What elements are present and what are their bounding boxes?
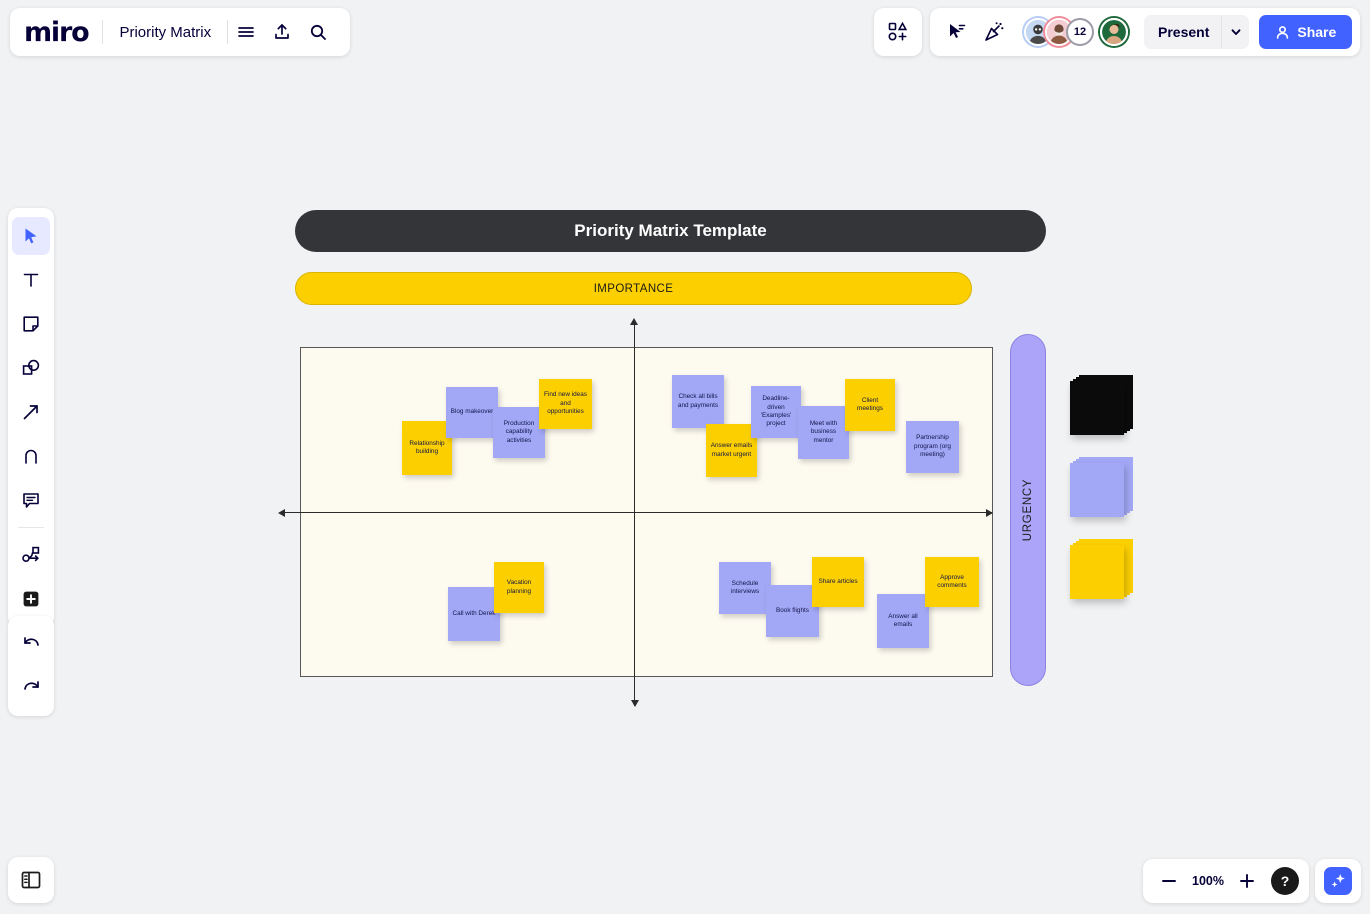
celebration-icon[interactable] xyxy=(976,14,1012,50)
stack-top-sheet[interactable] xyxy=(1070,381,1124,435)
stack-top-sheet[interactable] xyxy=(1070,545,1124,599)
ai-assistant-button[interactable] xyxy=(1315,859,1361,903)
sticky-note-partnership-program[interactable]: Partnership program (org meeting) xyxy=(906,421,959,473)
sticky-note-text: Blog makeover xyxy=(450,408,494,416)
help-button[interactable]: ? xyxy=(1271,867,1299,895)
vertical-axis xyxy=(634,320,635,706)
undo-redo-toolbar xyxy=(8,616,54,716)
sticky-note-call-with-derek[interactable]: Call with Derek xyxy=(448,587,500,641)
share-label: Share xyxy=(1297,24,1337,40)
sticky-note-meet-with-mentor[interactable]: Meet with business mentor xyxy=(798,406,849,459)
zoom-in-button[interactable] xyxy=(1231,865,1263,897)
sidebar-item-select-tool[interactable] xyxy=(12,217,50,255)
sticky-note-answer-emails-urgent[interactable]: Answer emails market urgent xyxy=(706,424,757,477)
sticky-note-blog-makeover[interactable]: Blog makeover xyxy=(446,387,498,438)
templates-button[interactable] xyxy=(874,8,922,56)
sticky-note-text: Deadline-driven 'Examples' project xyxy=(760,395,792,428)
panel-toggle-button[interactable] xyxy=(8,857,54,903)
axis-arrow-left-icon xyxy=(278,509,285,517)
horizontal-axis xyxy=(280,512,992,513)
sticky-note-answer-all-emails[interactable]: Answer all emails xyxy=(877,594,929,648)
zoom-toolbar: 100% ? xyxy=(1143,859,1309,903)
black-sticky-stack[interactable] xyxy=(1070,375,1134,445)
sticky-note-check-all-bills[interactable]: Check all bills and payments xyxy=(672,375,724,428)
sidebar-item-more-apps-tool[interactable] xyxy=(12,580,50,618)
miro-logo[interactable]: miro xyxy=(24,19,102,46)
axis-arrow-up-icon xyxy=(630,318,638,325)
sidebar-item-text-tool[interactable] xyxy=(12,261,50,299)
top-right-toolbar: 12 Present Share xyxy=(930,8,1361,56)
sidebar-panel-icon xyxy=(20,869,42,891)
divider xyxy=(18,527,44,528)
sidebar-item-shapes-tool[interactable] xyxy=(12,349,50,387)
present-button[interactable]: Present xyxy=(1144,15,1221,49)
sticky-note-vacation-planning[interactable]: Vacation planning xyxy=(494,562,544,613)
sidebar-item-sticky-note-tool[interactable] xyxy=(12,305,50,343)
top-left-toolbar: miro Priority Matrix xyxy=(10,8,351,56)
sidebar-item-comment-tool[interactable] xyxy=(12,481,50,519)
sticky-note-text: Call with Derek xyxy=(452,609,496,617)
sticky-note-text: Share articles xyxy=(818,577,858,585)
collaborator-avatars: 12 xyxy=(1024,18,1128,46)
miro-board-app: miro Priority Matrix 12 Present Share Pr… xyxy=(0,0,1370,914)
zoom-level-value[interactable]: 100% xyxy=(1189,874,1227,888)
shapes-templates-icon xyxy=(887,21,909,43)
hamburger-menu-icon[interactable] xyxy=(228,14,264,50)
sticky-note-text: Approve comments xyxy=(937,573,967,589)
sticky-note-relationship-building[interactable]: Relationship building xyxy=(402,421,452,475)
sticky-note-production-capability[interactable]: Production capability activities xyxy=(493,407,545,458)
urgency-axis-label[interactable]: URGENCY xyxy=(1010,334,1046,686)
sticky-note-approve-comments[interactable]: Approve comments xyxy=(925,557,979,607)
ai-sparkles-icon xyxy=(1324,867,1352,895)
sticky-note-text: Book flights xyxy=(775,606,810,614)
urgency-axis-text: URGENCY xyxy=(1022,478,1034,542)
sticky-note-text: Answer all emails xyxy=(888,612,918,628)
sticky-note-text: Partnership program (org meeting) xyxy=(914,434,951,459)
redo-button[interactable] xyxy=(12,669,50,707)
yellow-sticky-stack[interactable] xyxy=(1070,539,1134,609)
sticky-note-schedule-interviews[interactable]: Schedule interviews xyxy=(719,562,771,614)
sticky-note-text: Production capability activities xyxy=(503,419,535,444)
sticky-note-text: Find new ideas and opportunities xyxy=(544,391,587,416)
sticky-note-text: Client meetings xyxy=(857,396,883,412)
sticky-note-client-meetings[interactable]: Client meetings xyxy=(845,379,895,431)
axis-arrow-right-icon xyxy=(986,509,993,517)
sidebar-item-pen-tool[interactable] xyxy=(12,437,50,475)
sticky-note-text: Schedule interviews xyxy=(730,579,760,595)
sticky-note-text: Relationship building xyxy=(409,439,445,455)
person-icon xyxy=(1275,25,1290,40)
board-title-banner[interactable]: Priority Matrix Template xyxy=(295,210,1046,252)
chevron-down-icon[interactable] xyxy=(1221,15,1249,49)
stack-top-sheet[interactable] xyxy=(1070,463,1124,517)
present-control: Present xyxy=(1144,15,1250,49)
sticky-note-deadline-driven[interactable]: Deadline-driven 'Examples' project xyxy=(751,386,801,438)
board-title[interactable]: Priority Matrix xyxy=(103,24,227,41)
left-toolbar xyxy=(8,208,54,627)
sticky-note-text: Meet with business mentor xyxy=(809,419,838,444)
sticky-note-share-articles[interactable]: Share articles xyxy=(812,557,864,607)
purple-sticky-stack[interactable] xyxy=(1070,457,1134,527)
cursor-chat-icon[interactable] xyxy=(938,14,974,50)
upload-icon[interactable] xyxy=(264,14,300,50)
avatar-current-user[interactable] xyxy=(1100,18,1128,46)
sidebar-item-connection-line-tool[interactable] xyxy=(12,393,50,431)
avatar-overflow-count[interactable]: 12 xyxy=(1066,18,1094,46)
search-icon[interactable] xyxy=(300,14,336,50)
sticky-note-text: Vacation planning xyxy=(506,579,532,595)
share-button[interactable]: Share xyxy=(1259,15,1353,49)
sidebar-item-frame-tool[interactable] xyxy=(12,536,50,574)
sticky-note-text: Check all bills and payments xyxy=(677,393,719,409)
sticky-note-find-new-ideas[interactable]: Find new ideas and opportunities xyxy=(539,379,592,429)
undo-button[interactable] xyxy=(12,625,50,663)
zoom-out-button[interactable] xyxy=(1153,865,1185,897)
sticky-note-text: Answer emails market urgent xyxy=(710,442,753,458)
axis-arrow-down-icon xyxy=(631,700,639,707)
importance-axis-label[interactable]: IMPORTANCE xyxy=(295,272,972,305)
